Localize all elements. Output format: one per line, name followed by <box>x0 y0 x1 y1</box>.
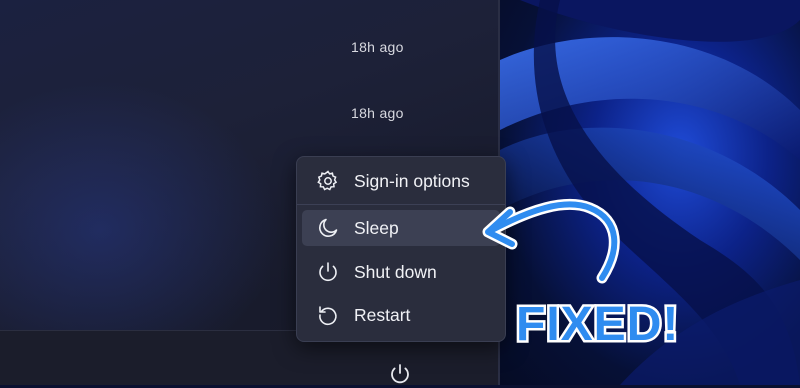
menu-item-label: Sleep <box>354 217 399 238</box>
power-button[interactable] <box>386 360 414 388</box>
notification-timestamp: 18h ago <box>351 105 404 121</box>
menu-item-label: Sign-in options <box>354 170 470 191</box>
menu-item-label: Restart <box>354 304 411 325</box>
notification-timestamp: 18h ago <box>351 39 404 55</box>
power-icon <box>314 260 342 284</box>
fixed-annotation: FIXED! <box>514 296 681 354</box>
gear-icon <box>314 169 342 193</box>
power-icon <box>391 364 409 384</box>
restart-icon <box>314 303 342 327</box>
menu-item-label: Shut down <box>354 261 437 282</box>
annotation-arrow <box>482 198 620 284</box>
menu-item-restart[interactable]: Restart <box>302 297 500 333</box>
fixed-annotation-text: FIXED! <box>516 298 679 351</box>
moon-icon <box>314 216 342 240</box>
